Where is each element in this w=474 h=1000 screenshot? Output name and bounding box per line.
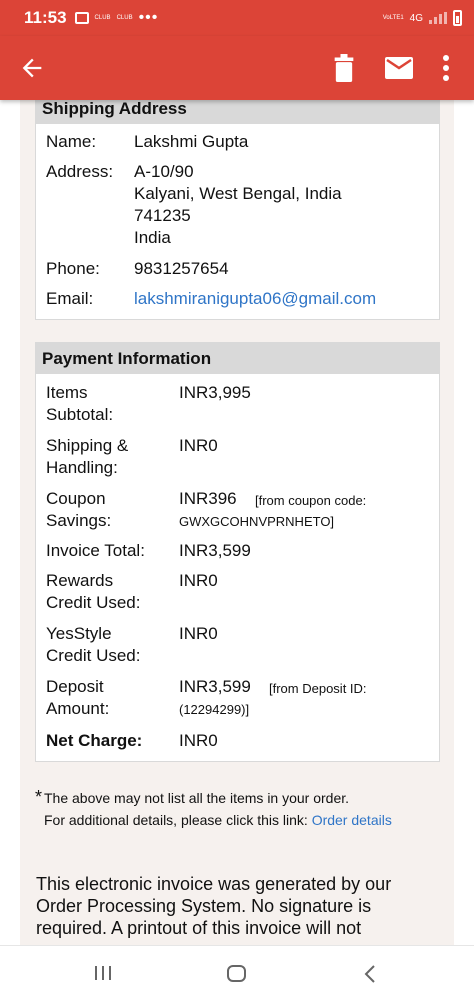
status-time: 11:53 [24, 8, 67, 27]
yesstyle-credit-label-1: YesStyle [46, 624, 112, 643]
delete-icon[interactable] [332, 54, 356, 82]
address-line-3: 741235 [134, 206, 191, 225]
deposit-note: [from Deposit ID: [269, 681, 367, 696]
coupon-note: [from coupon code: [255, 493, 367, 508]
deposit-id: (12294299)] [179, 702, 250, 717]
address-line-1: A-10/90 [134, 162, 194, 181]
more-notifications-icon: ••• [138, 9, 159, 26]
address-line-2: Kalyani, West Bengal, India [134, 184, 342, 203]
rewards-credit-label-2: Credit Used: [46, 593, 141, 612]
footnote-line-1: The above may not list all the items in … [44, 790, 350, 806]
gallery-icon [74, 12, 89, 24]
signal-icon [429, 12, 447, 24]
coupon-savings-label-1: Coupon [46, 489, 106, 508]
order-details-link[interactable]: Order details [312, 812, 392, 828]
net-charge-label: Net Charge: [46, 731, 143, 750]
address-line-4: India [134, 228, 171, 247]
shipping-address-box: Shipping Address Name: Lakshmi Gupta Add… [35, 100, 440, 320]
mark-unread-icon[interactable] [385, 56, 413, 80]
email-label: Email: [46, 289, 94, 308]
app-bar [0, 36, 474, 100]
net-charge-value: INR0 [179, 731, 218, 750]
back-nav-icon[interactable] [362, 964, 378, 984]
deposit-amount-value: INR3,599 [179, 677, 251, 696]
invoice-disclaimer: This electronic invoice was generated by… [36, 874, 392, 938]
club-icon-1: CLUB [94, 15, 111, 21]
invoice-total-label: Invoice Total: [46, 541, 145, 560]
navigation-bar [0, 945, 474, 1000]
back-arrow-icon[interactable] [18, 54, 46, 82]
email-content: Shipping Address Name: Lakshmi Gupta Add… [20, 100, 454, 945]
coupon-code: GWXGCOHNVPRNHETO] [179, 514, 335, 529]
coupon-savings-value: INR396 [179, 489, 237, 508]
rewards-credit-label-1: Rewards [46, 571, 114, 590]
phone-value: 9831257654 [134, 259, 229, 278]
email-link[interactable]: lakshmiranigupta06@gmail.com [134, 288, 376, 310]
recent-apps-icon[interactable] [92, 964, 114, 982]
items-subtotal-value: INR3,995 [179, 383, 251, 402]
items-subtotal-label-1: Items [46, 383, 88, 402]
address-label: Address: [46, 162, 114, 181]
footnote-line-2: For additional details, please click thi… [44, 812, 392, 828]
invoice-total-value: INR3,599 [179, 541, 251, 560]
yesstyle-credit-label-2: Credit Used: [46, 646, 141, 665]
yesstyle-credit-value: INR0 [179, 624, 218, 643]
name-label: Name: [46, 132, 97, 151]
club-icon-2: CLUB [116, 15, 133, 21]
footnote-line-2-text: For additional details, please click thi… [44, 812, 308, 828]
payment-information-header: Payment Information [36, 343, 439, 374]
payment-information-box: Payment Information Items Subtotal: INR3… [35, 342, 440, 762]
deposit-amount-label-1: Deposit [46, 677, 104, 696]
battery-icon [453, 10, 462, 26]
phone-label: Phone: [46, 259, 100, 278]
deposit-amount-label-2: Amount: [46, 699, 110, 718]
network-4g-icon: 4G [409, 12, 423, 24]
shipping-handling-label-1: Shipping & [46, 436, 129, 455]
rewards-credit-value: INR0 [179, 571, 218, 590]
volte-icon: VoLTE1 [382, 15, 404, 21]
asterisk: * [35, 787, 43, 807]
shipping-handling-label-2: Handling: [46, 458, 118, 477]
items-subtotal-label-2: Subtotal: [46, 405, 114, 424]
home-icon[interactable] [226, 964, 248, 984]
more-options-icon[interactable] [440, 52, 452, 84]
shipping-handling-value: INR0 [179, 436, 218, 455]
status-bar: 11:53 CLUB CLUB ••• VoLTE1 4G [0, 0, 474, 36]
coupon-savings-label-2: Savings: [46, 511, 112, 530]
shipping-address-header: Shipping Address [36, 100, 439, 124]
name-value: Lakshmi Gupta [134, 132, 249, 151]
